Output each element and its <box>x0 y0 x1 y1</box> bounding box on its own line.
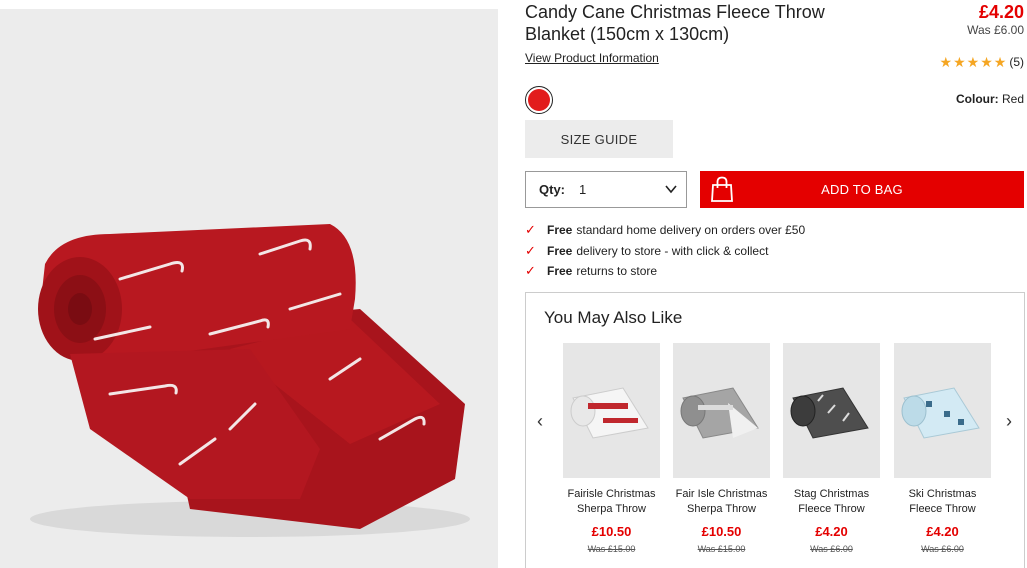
throw-thumbnail <box>680 387 759 439</box>
qty-label: Qty: <box>539 182 565 197</box>
check-icon: ✓ <box>525 263 536 279</box>
star-icon: ★ <box>966 54 980 70</box>
rating-count: (5) <box>1009 55 1024 69</box>
add-to-bag-button[interactable]: ADD TO BAG <box>700 171 1024 208</box>
check-icon: ✓ <box>525 242 536 258</box>
recommendation-was-price: Was £15.00 <box>587 544 636 554</box>
benefit-bold: Free <box>547 223 573 238</box>
colour-label: Colour: <box>955 92 999 106</box>
recommendation-price: £10.50 <box>701 524 742 539</box>
benefit-item: ✓ Free returns to store <box>525 261 805 282</box>
rating[interactable]: ★ ★ ★ ★ ★ (5) <box>940 55 1024 69</box>
recommendation-card[interactable]: Fairisle Christmas Sherpa Throw £10.50 W… <box>563 343 660 554</box>
recommendation-name: Ski Christmas Fleece Throw <box>908 488 977 515</box>
star-icon: ★ <box>993 54 1007 70</box>
recommendation-name: Stag Christmas Fleece Throw <box>793 488 870 515</box>
delivery-benefits: ✓ Free standard home delivery on orders … <box>525 220 805 282</box>
add-to-bag-label: ADD TO BAG <box>821 182 903 197</box>
benefit-item: ✓ Free delivery to store - with click & … <box>525 241 805 262</box>
swatch-fill <box>528 89 550 111</box>
recommendation-name: Fair Isle Christmas Sherpa Throw <box>675 488 768 515</box>
size-guide-button[interactable]: SIZE GUIDE <box>525 120 673 158</box>
view-product-info-link[interactable]: View Product Information <box>525 51 659 65</box>
recommendations-title: You May Also Like <box>544 308 683 327</box>
recommendation-price: £4.20 <box>926 524 959 539</box>
benefit-text: delivery to store - with click & collect <box>576 243 769 258</box>
check-icon: ✓ <box>525 222 536 238</box>
recommendation-card[interactable]: Ski Christmas Fleece Throw £4.20 Was £6.… <box>894 343 991 554</box>
blanket-illustration <box>30 224 470 537</box>
recommendation-image <box>783 343 880 478</box>
carousel-next-icon[interactable]: › <box>1006 411 1012 432</box>
throw-thumbnail <box>790 387 869 439</box>
recommendation-card[interactable]: Stag Christmas Fleece Throw £4.20 Was £6… <box>783 343 880 554</box>
carousel-prev-icon[interactable]: ‹ <box>537 411 543 432</box>
recommendation-was-price: Was £15.00 <box>697 544 746 554</box>
chevron-down-icon <box>665 185 677 194</box>
star-icon: ★ <box>953 54 966 70</box>
recommendation-card[interactable]: Fair Isle Christmas Sherpa Throw £10.50 … <box>673 343 770 554</box>
colour-swatch-red[interactable] <box>525 86 553 114</box>
qty-value: 1 <box>579 182 587 197</box>
recommendation-name: Fairisle Christmas Sherpa Throw <box>567 488 656 515</box>
you-may-also-like-panel: You May Also Like ‹ › Fairisle Christmas… <box>525 292 1025 568</box>
product-price: £4.20 <box>978 2 1024 22</box>
star-icon: ★ <box>939 54 953 70</box>
recommendation-was-price: Was £6.00 <box>810 544 853 554</box>
benefit-text: returns to store <box>576 264 658 279</box>
recommendation-image <box>673 343 770 478</box>
colour-value: Red <box>1001 92 1024 106</box>
recommendation-was-price: Was £6.00 <box>921 544 964 554</box>
benefit-text: standard home delivery on orders over £5… <box>576 223 806 238</box>
throw-thumbnail <box>901 387 980 439</box>
shopping-bag-icon <box>711 176 733 202</box>
colour-indicator: Colour: Red <box>956 92 1024 106</box>
recommendation-price: £10.50 <box>591 524 632 539</box>
product-title: Candy Cane Christmas Fleece Throw Blanke… <box>525 2 825 44</box>
benefit-bold: Free <box>547 264 573 279</box>
recommendation-price: £4.20 <box>815 524 848 539</box>
product-image <box>0 9 498 568</box>
star-icon: ★ <box>980 54 993 70</box>
benefit-item: ✓ Free standard home delivery on orders … <box>525 220 805 241</box>
recommendation-image <box>563 343 660 478</box>
product-was-price: Was £6.00 <box>967 23 1024 37</box>
recommendation-image <box>894 343 991 478</box>
benefit-bold: Free <box>547 243 573 258</box>
quantity-select[interactable]: Qty: 1 <box>525 171 687 208</box>
throw-thumbnail <box>570 387 649 439</box>
